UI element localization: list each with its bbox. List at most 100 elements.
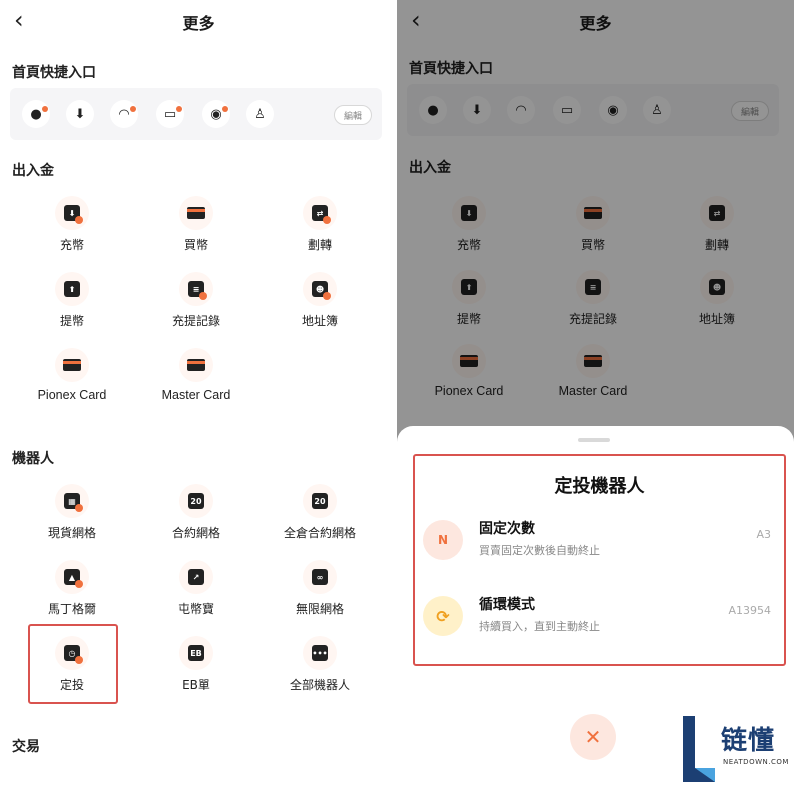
grid-item-address-book[interactable]: ☻ 地址簿 xyxy=(258,272,382,329)
grid-item-label: 提幣 xyxy=(456,312,481,326)
loop-icon: ⟳ xyxy=(423,596,463,636)
sheet-grabber[interactable] xyxy=(578,438,610,442)
grid-item-all-bots[interactable]: ••• 全部機器人 xyxy=(258,636,382,693)
grid-item-label: 馬丁格爾 xyxy=(47,602,96,616)
grid-item-buy: 買幣 xyxy=(531,196,655,253)
grid-item-label: 買幣 xyxy=(183,238,208,252)
grid-item-eb[interactable]: EB EB單 xyxy=(134,636,258,693)
card-icon: ▭ xyxy=(553,96,581,124)
address-book-icon: ☻ xyxy=(303,272,337,306)
withdraw-icon: ⬆ xyxy=(55,272,89,306)
watermark-title: 链懂 xyxy=(721,726,776,756)
close-icon[interactable]: ✕ xyxy=(570,714,616,760)
grid-icon: ▦ xyxy=(55,484,89,518)
watermark-logo: 链懂 NEATDOWN.COM xyxy=(681,714,791,784)
grid-item-master-card: Master Card xyxy=(531,344,655,398)
fixed-count-icon: N xyxy=(423,520,463,560)
grid-item-pionex-card[interactable]: Pionex Card xyxy=(10,348,134,402)
grid-item-buy[interactable]: 買幣 xyxy=(134,196,258,253)
grid-item-history: ≡ 充提記錄 xyxy=(531,270,655,327)
deposit-icon: ⬇ xyxy=(463,96,491,124)
trophy-icon[interactable]: ♙ xyxy=(246,100,274,128)
highlight-box xyxy=(28,624,118,704)
person-icon[interactable]: ● xyxy=(22,100,50,128)
option-name: 循環模式 xyxy=(479,597,535,613)
grid-item-pionex-card: Pionex Card xyxy=(407,344,531,398)
card-icon xyxy=(179,348,213,382)
transfer-icon: ⇄ xyxy=(303,196,337,230)
quick-entry-title: 首頁快捷入口 xyxy=(12,65,96,81)
history-icon: ≡ xyxy=(179,272,213,306)
grid-item-transfer: ⇄ 劃轉 xyxy=(655,196,779,253)
nav-bar: ‹ 更多 xyxy=(397,0,794,40)
edit-button[interactable]: 編輯 xyxy=(334,105,372,125)
deposit-icon: ⬇ xyxy=(452,196,486,230)
grid-item-label: Pionex Card xyxy=(37,388,107,402)
grid-item-transfer[interactable]: ⇄ 劃轉 xyxy=(258,196,382,253)
martingale-icon: ▲ xyxy=(55,560,89,594)
grid-item-withdraw: ⬆ 提幣 xyxy=(407,270,531,327)
grid-item-master-card[interactable]: Master Card xyxy=(134,348,258,402)
support-icon: ◠ xyxy=(507,96,535,124)
funds-section-title: 出入金 xyxy=(12,163,54,179)
grid-item-label: 全部機器人 xyxy=(289,678,350,692)
grid-item-cross-futures-grid[interactable]: 20 全倉合約網格 xyxy=(258,484,382,541)
deposit-icon: ⬇ xyxy=(55,196,89,230)
grid-item-martingale[interactable]: ▲ 馬丁格爾 xyxy=(10,560,134,617)
card-icon xyxy=(55,348,89,382)
grid-item-deposit[interactable]: ⬇ 充幣 xyxy=(10,196,134,253)
grid-item-label: 屯幣寶 xyxy=(177,602,214,616)
grid-item-label: 現貨網格 xyxy=(47,526,96,540)
grid-item-label: 無限網格 xyxy=(295,602,344,616)
card-icon[interactable]: ▭ xyxy=(156,100,184,128)
grid-item-history[interactable]: ≡ 充提記錄 xyxy=(134,272,258,329)
grid-item-deposit: ⬇ 充幣 xyxy=(407,196,531,253)
grid-item-label: 地址簿 xyxy=(301,314,338,328)
grid-item-label: 劃轉 xyxy=(307,238,332,252)
card-icon xyxy=(179,196,213,230)
trophy-icon: ♙ xyxy=(643,96,671,124)
withdraw-icon: ⬆ xyxy=(452,270,486,304)
user-count: A13954 xyxy=(728,604,771,617)
grid-item-withdraw[interactable]: ⬆ 提幣 xyxy=(10,272,134,329)
cross-grid-icon: 20 xyxy=(303,484,337,518)
infinity-icon: ∞ xyxy=(303,560,337,594)
support-icon[interactable]: ◠ xyxy=(110,100,138,128)
address-book-icon: ☻ xyxy=(700,270,734,304)
quick-entry-title: 首頁快捷入口 xyxy=(409,61,493,77)
grid-item-label: 全倉合約網格 xyxy=(283,526,356,540)
more-page-with-sheet: ‹ 更多 首頁快捷入口 ● ⬇ ◠ ▭ ◉ ♙ 編輯 出入金 ⬇ 充幣 買幣 ⇄… xyxy=(397,0,794,786)
quick-entry-bar: ● ⬇ ◠ ▭ ◉ ♙ 編輯 xyxy=(407,84,779,136)
bottom-sheet: 定投機器人 N 固定次數 買賣固定次數後自動終止 A3 ⟳ 循環模式 持續買入，… xyxy=(397,426,794,786)
page-title: 更多 xyxy=(579,14,612,33)
grid-item-label: 充幣 xyxy=(59,238,84,252)
watermark-subtitle: NEATDOWN.COM xyxy=(723,758,789,766)
option-desc: 買賣固定次數後自動終止 xyxy=(479,544,600,557)
deposit-icon[interactable]: ⬇ xyxy=(66,100,94,128)
grid-item-label: 充提記錄 xyxy=(171,314,220,328)
history-icon: ≡ xyxy=(576,270,610,304)
card-icon xyxy=(452,344,486,378)
futures-grid-icon: 20 xyxy=(179,484,213,518)
grid-item-label: 提幣 xyxy=(59,314,84,328)
more-page: ‹ 更多 首頁快捷入口 ● ⬇ ◠ ▭ ◉ ♙ 編輯 出入金 ⬇ 充幣 買幣 ⇄… xyxy=(0,0,397,786)
grid-item-label: Pionex Card xyxy=(434,384,504,398)
bots-section-title: 機器人 xyxy=(12,451,54,467)
grid-item-label: 合約網格 xyxy=(171,526,220,540)
option-loop-mode[interactable]: ⟳ 循環模式 持續買入，直到主動終止 A13954 xyxy=(423,590,779,646)
option-fixed-count[interactable]: N 固定次數 買賣固定次數後自動終止 A3 xyxy=(423,514,779,570)
transfer-icon: ⇄ xyxy=(700,196,734,230)
grid-item-futures-grid[interactable]: 20 合約網格 xyxy=(134,484,258,541)
grid-item-label: 充提記錄 xyxy=(568,312,617,326)
grid-item-label: Master Card xyxy=(558,384,628,398)
grid-item-spot-grid[interactable]: ▦ 現貨網格 xyxy=(10,484,134,541)
grid-item-hodl[interactable]: ↗ 屯幣寶 xyxy=(134,560,258,617)
grid-item-address-book: ☻ 地址簿 xyxy=(655,270,779,327)
edit-button: 編輯 xyxy=(731,101,769,121)
bot-icon[interactable]: ◉ xyxy=(202,100,230,128)
eb-icon: EB xyxy=(179,636,213,670)
grid-item-infinity-grid[interactable]: ∞ 無限網格 xyxy=(258,560,382,617)
watermark-l-icon xyxy=(683,716,715,782)
grid-item-label: 地址簿 xyxy=(698,312,735,326)
highlight-box: 定投機器人 N 固定次數 買賣固定次數後自動終止 A3 ⟳ 循環模式 持續買入，… xyxy=(413,454,786,666)
